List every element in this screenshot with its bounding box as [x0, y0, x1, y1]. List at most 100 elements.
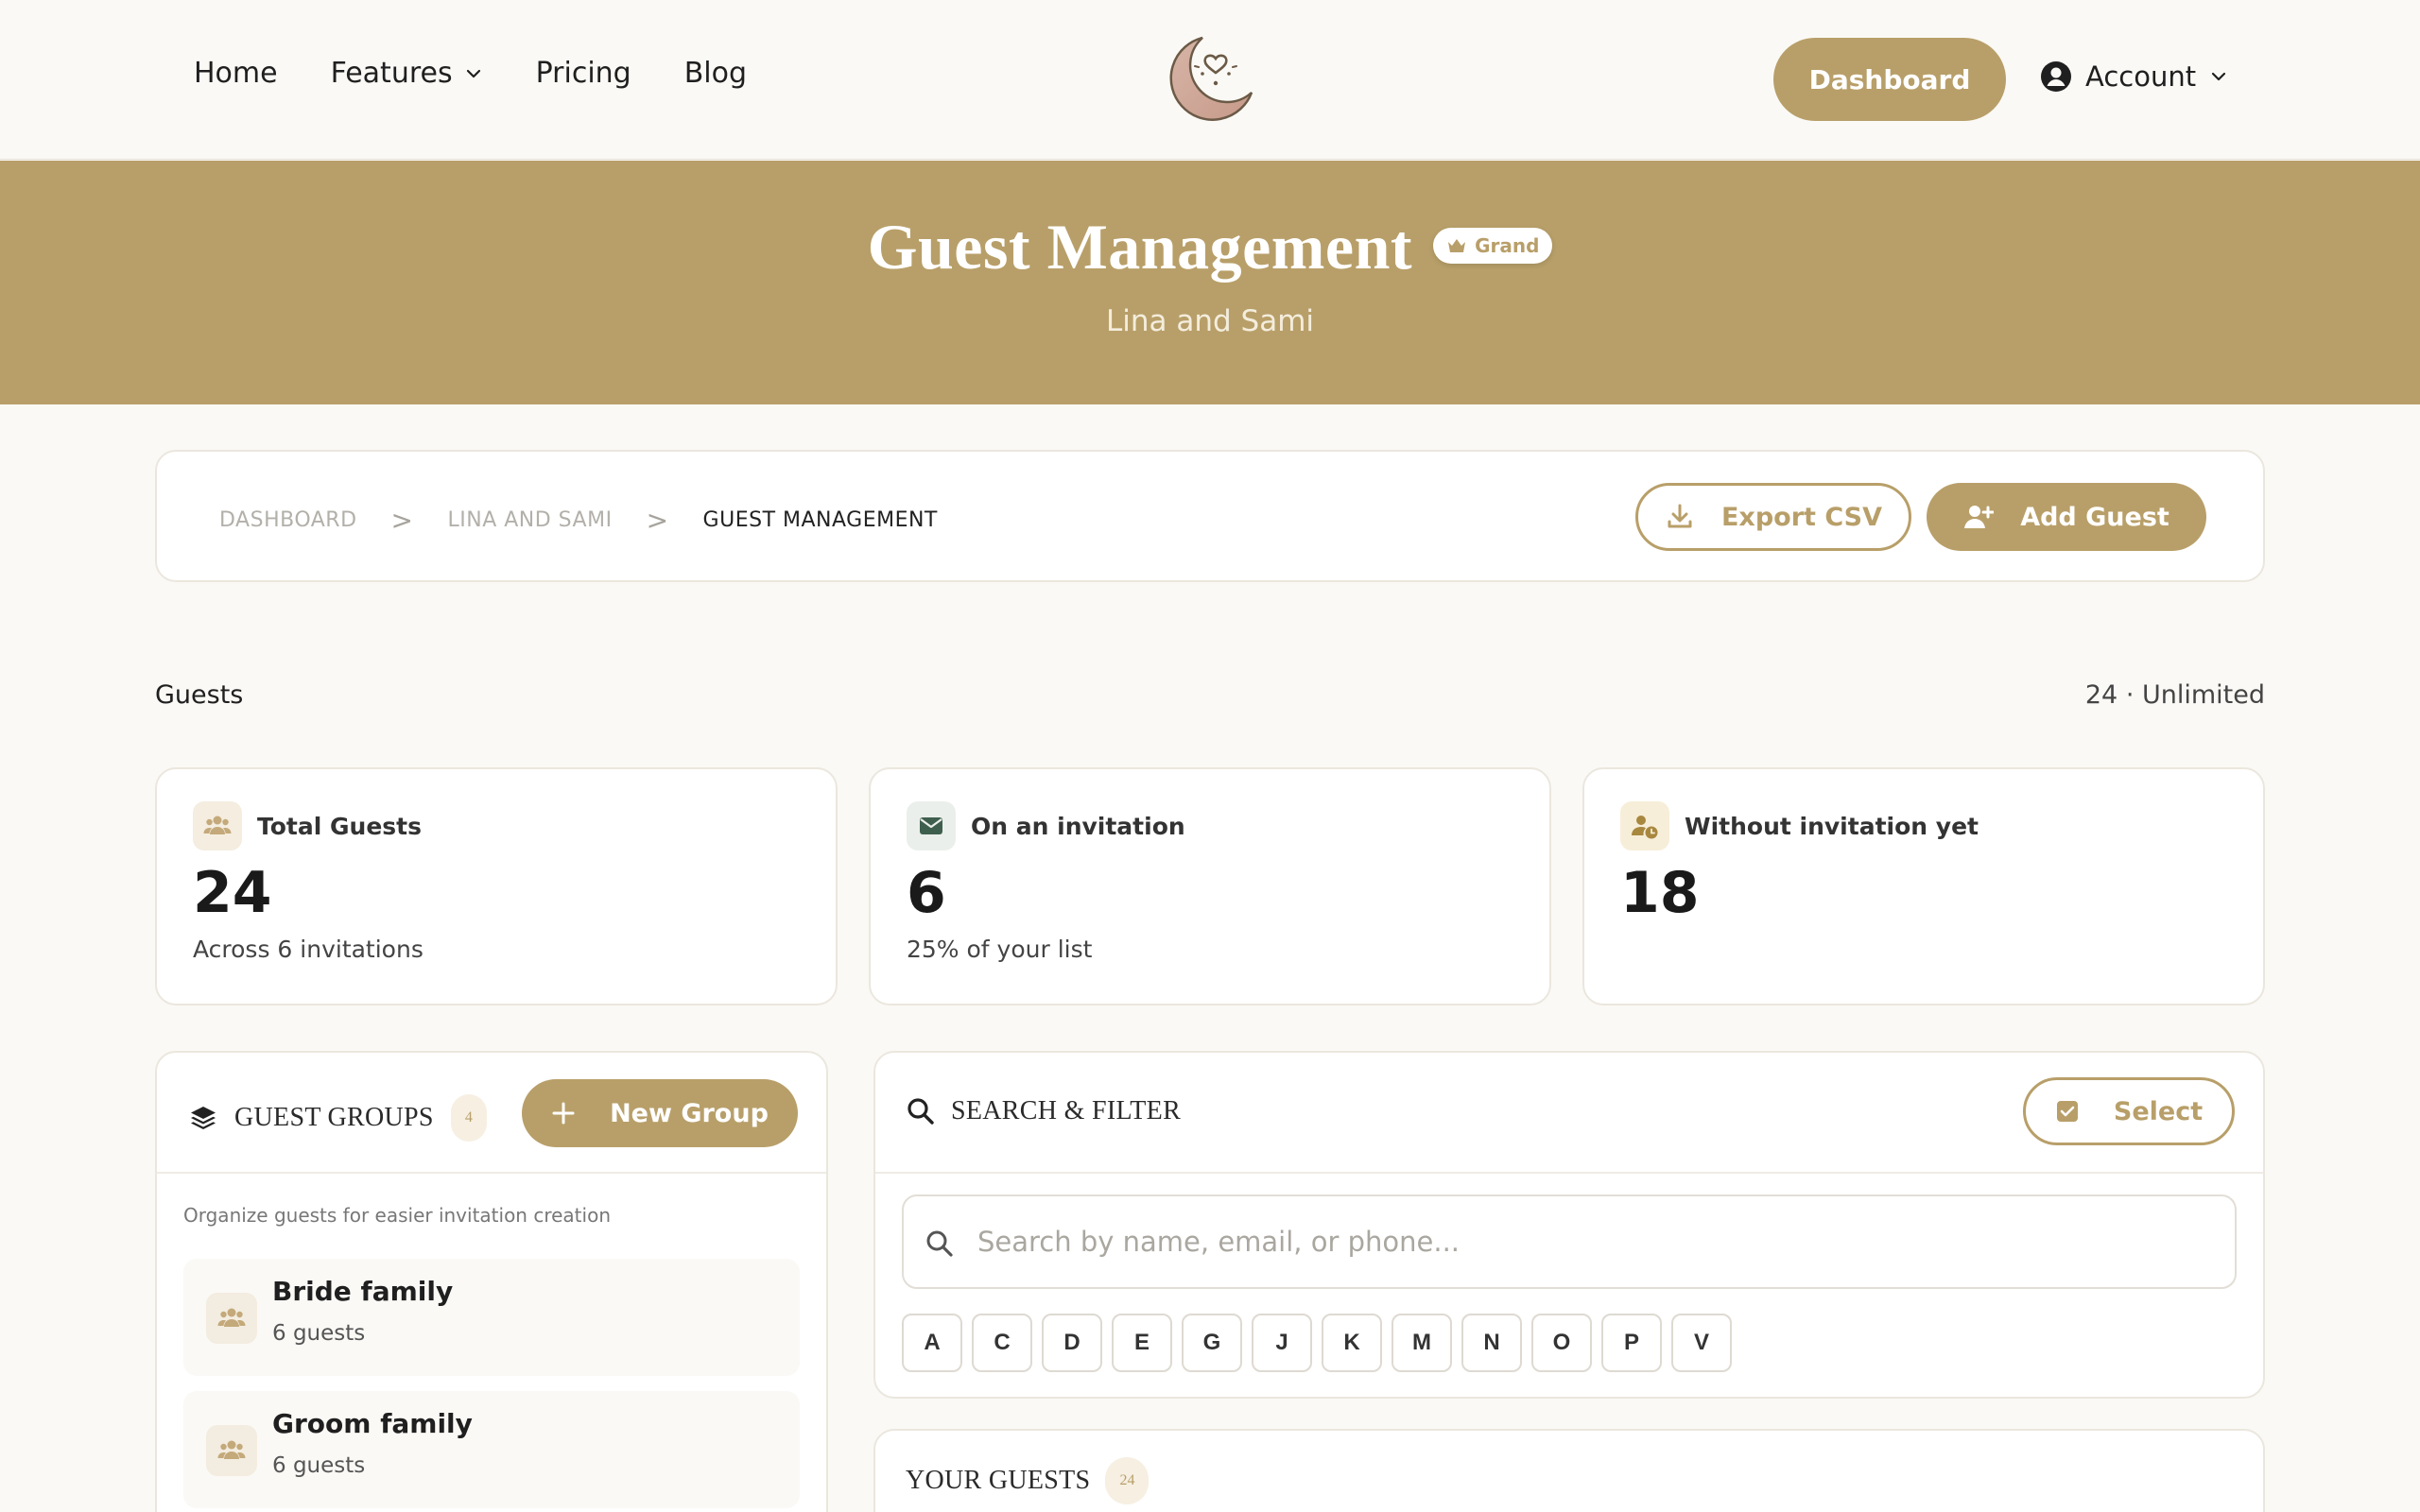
add-guest-label: Add Guest: [2020, 502, 2169, 532]
stat-icon-box: [193, 801, 242, 850]
moon-heart-logo-icon[interactable]: [1159, 30, 1259, 130]
new-group-button[interactable]: New Group: [522, 1079, 798, 1147]
envelope-icon: [920, 817, 942, 834]
nav-pricing-link[interactable]: Pricing: [536, 57, 631, 90]
letter-filter-k[interactable]: K: [1322, 1314, 1382, 1372]
guests-section-label: Guests: [155, 680, 244, 710]
breadcrumb-event[interactable]: LINA AND SAMI: [448, 508, 613, 532]
layers-icon: [191, 1107, 216, 1129]
stat-card-header: On an invitation: [907, 801, 1185, 850]
stat-card-without-invitation: Without invitation yet 18: [1582, 767, 2265, 1005]
breadcrumb-current: GUEST MANAGEMENT: [702, 508, 938, 532]
plan-badge: Grand: [1433, 227, 1553, 264]
navbar: Home Features Pricing Blog Dashboard Acc…: [0, 0, 2420, 160]
add-guest-button[interactable]: Add Guest: [1927, 483, 2206, 551]
stat-value: 18: [1620, 860, 1700, 926]
guest-groups-panel: GUEST GROUPS 4 New Group Organize guests…: [155, 1051, 828, 1512]
your-guests-title: YOUR GUESTS 24: [906, 1457, 1150, 1504]
group-name: Groom family: [272, 1408, 473, 1439]
group-guest-count: 6 guests: [272, 1453, 366, 1478]
nav-home-label: Home: [194, 57, 278, 90]
download-icon: [1668, 504, 1692, 528]
stat-icon-box: [907, 801, 956, 850]
chevron-down-icon: [466, 69, 480, 77]
stat-title: Total Guests: [257, 812, 422, 840]
your-guests-title-text: YOUR GUESTS: [906, 1466, 1091, 1495]
breadcrumb-card: DASHBOARD > LINA AND SAMI > GUEST MANAGE…: [155, 450, 2265, 582]
nav-links: Home Features Pricing Blog: [194, 57, 747, 90]
groups-count-badge: 4: [450, 1094, 487, 1142]
search-icon: [908, 1098, 934, 1125]
hero-title-row: Guest Management Grand: [0, 210, 2420, 284]
export-csv-label: Export CSV: [1720, 502, 1882, 532]
users-icon: [217, 1440, 246, 1459]
breadcrumb-separator: >: [646, 505, 669, 536]
letter-filter-c[interactable]: C: [972, 1314, 1032, 1372]
group-name: Bride family: [272, 1276, 454, 1307]
breadcrumb: DASHBOARD > LINA AND SAMI > GUEST MANAGE…: [219, 505, 938, 536]
plan-badge-label: Grand: [1475, 233, 1540, 257]
stat-card-total-guests: Total Guests 24 Across 6 invitations: [155, 767, 838, 1005]
plus-icon: [552, 1102, 575, 1125]
stat-card-on-invitation: On an invitation 6 25% of your list: [869, 767, 1551, 1005]
group-icon-box: [206, 1293, 257, 1344]
guests-quota: 24 · Unlimited: [2084, 680, 2265, 710]
letter-filter-n[interactable]: N: [1461, 1314, 1522, 1372]
stat-note: 25% of your list: [907, 936, 1093, 963]
nav-home-link[interactable]: Home: [194, 57, 278, 90]
guest-search-input[interactable]: [977, 1196, 2216, 1287]
users-icon: [217, 1308, 246, 1327]
users-icon: [203, 816, 232, 834]
letter-filter-m[interactable]: M: [1392, 1314, 1452, 1372]
dashboard-button[interactable]: Dashboard: [1773, 38, 2006, 121]
search-filter-header: SEARCH & FILTER Select: [875, 1053, 2263, 1174]
crown-icon: [1448, 238, 1466, 252]
search-filter-panel: SEARCH & FILTER Select A C D E G J K M N…: [873, 1051, 2265, 1399]
stat-note: Across 6 invitations: [193, 936, 424, 963]
letter-filter-p[interactable]: P: [1601, 1314, 1662, 1372]
letter-filter-o[interactable]: O: [1531, 1314, 1592, 1372]
stat-card-header: Without invitation yet: [1620, 801, 1979, 850]
groups-help-text: Organize guests for easier invitation cr…: [183, 1204, 611, 1227]
stat-title: On an invitation: [971, 812, 1185, 840]
stat-title: Without invitation yet: [1685, 812, 1979, 840]
nav-features-link[interactable]: Features: [331, 57, 483, 90]
checkbox-icon: [2056, 1101, 2078, 1122]
chevron-down-icon: [2211, 72, 2226, 81]
your-guests-count-badge: 24: [1105, 1457, 1150, 1504]
search-input-wrapper: [902, 1194, 2237, 1289]
breadcrumb-dashboard[interactable]: DASHBOARD: [219, 508, 357, 532]
user-circle-icon: [2041, 61, 2071, 92]
group-item-groom-family[interactable]: Groom family 6 guests: [183, 1391, 800, 1508]
account-menu[interactable]: Account: [2040, 60, 2228, 93]
nav-blog-link[interactable]: Blog: [684, 57, 747, 90]
your-guests-panel: YOUR GUESTS 24: [873, 1429, 2265, 1512]
export-csv-button[interactable]: Export CSV: [1635, 483, 1911, 551]
stat-value: 24: [193, 860, 272, 926]
letter-filter-v[interactable]: V: [1671, 1314, 1732, 1372]
letter-filter-j[interactable]: J: [1252, 1314, 1312, 1372]
nav-features-label: Features: [330, 57, 453, 90]
guest-groups-header: GUEST GROUPS 4 New Group: [157, 1053, 826, 1174]
stat-value: 6: [907, 860, 946, 926]
letter-filter-e[interactable]: E: [1112, 1314, 1172, 1372]
select-button[interactable]: Select: [2023, 1077, 2235, 1145]
page-title: Guest Management: [867, 211, 1413, 283]
letter-filter-d[interactable]: D: [1042, 1314, 1102, 1372]
group-item-bride-family[interactable]: Bride family 6 guests: [183, 1259, 800, 1376]
user-clock-icon: [1632, 816, 1658, 839]
stat-card-header: Total Guests: [193, 801, 422, 850]
letter-filter-bar: A C D E G J K M N O P V: [902, 1314, 1732, 1372]
account-label: Account: [2085, 60, 2197, 93]
user-plus-icon: [1964, 506, 1995, 528]
letter-filter-g[interactable]: G: [1182, 1314, 1242, 1372]
event-couple-name: Lina and Sami: [1105, 304, 1315, 338]
breadcrumb-separator: >: [390, 505, 414, 536]
new-group-label: New Group: [610, 1098, 769, 1128]
search-filter-title-text: SEARCH & FILTER: [951, 1096, 1182, 1125]
letter-filter-a[interactable]: A: [902, 1314, 962, 1372]
stat-icon-box: [1620, 801, 1669, 850]
search-filter-title: SEARCH & FILTER: [906, 1096, 1181, 1126]
group-guest-count: 6 guests: [272, 1321, 366, 1346]
group-icon-box: [206, 1425, 257, 1476]
